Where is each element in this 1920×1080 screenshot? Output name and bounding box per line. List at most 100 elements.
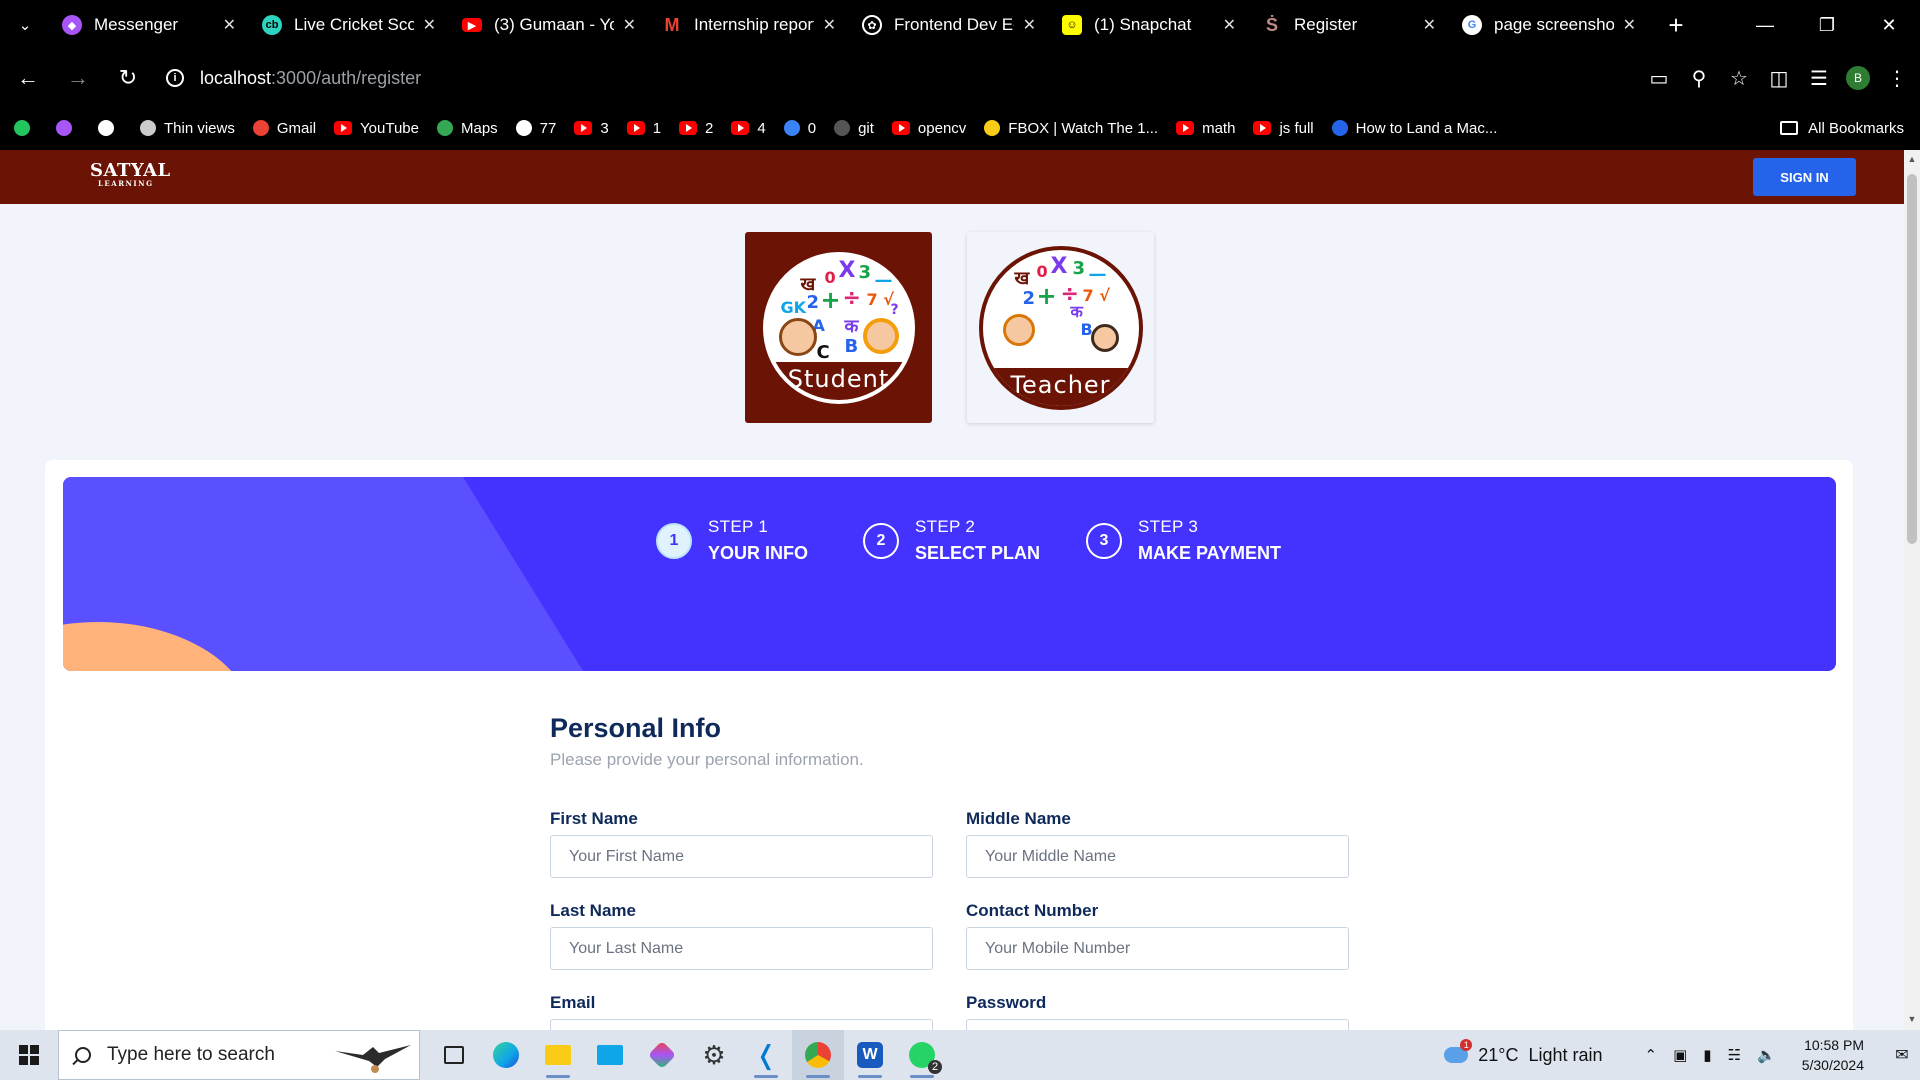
middle-name-label: Middle Name — [966, 809, 1071, 828]
tab-snapchat[interactable]: ☺ (1) Snapchat ✕ — [1050, 0, 1250, 50]
bookmark-item[interactable] — [98, 120, 122, 136]
chevron-up-icon[interactable]: ⌃ — [1645, 1046, 1658, 1064]
youtube-icon — [334, 121, 353, 135]
profile-avatar[interactable]: B — [1846, 66, 1870, 90]
mail-icon[interactable] — [584, 1030, 636, 1080]
tab-page-screenshot[interactable]: G page screenshot ✕ — [1450, 0, 1650, 50]
scroll-down-arrow-icon[interactable]: ▼ — [1907, 1014, 1917, 1026]
satyal-logo[interactable]: SATYAL LEARNING — [76, 160, 171, 188]
tab-close-icon[interactable]: ✕ — [623, 15, 636, 35]
tab-live-cricket[interactable]: cb Live Cricket Score ✕ — [250, 0, 450, 50]
bookmark-item[interactable]: Thin views — [140, 120, 235, 137]
tab-close-icon[interactable]: ✕ — [1623, 15, 1636, 35]
scroll-up-arrow-icon[interactable]: ▲ — [1907, 154, 1917, 166]
vscode-icon[interactable]: ❬ — [740, 1030, 792, 1080]
sign-in-button[interactable]: SIGN IN — [1753, 158, 1856, 196]
settings-gear-icon[interactable]: ⚙ — [688, 1030, 740, 1080]
all-bookmarks-button[interactable]: All Bookmarks — [1780, 120, 1904, 137]
role-card-student[interactable]: ख 0 X 3 — GK 2 + ÷ 7 √ ? A क B C Student — [745, 232, 932, 423]
tab-youtube-gumaan[interactable]: ▶ (3) Gumaan - YouTube ✕ — [450, 0, 650, 50]
bookmark-item[interactable]: math — [1176, 120, 1235, 137]
word-icon[interactable]: W — [844, 1030, 896, 1080]
tab-close-icon[interactable]: ✕ — [1223, 15, 1236, 35]
password-input[interactable] — [966, 1019, 1349, 1030]
tab-close-icon[interactable]: ✕ — [1023, 15, 1036, 35]
tab-title: Live Cricket Score — [294, 15, 414, 34]
bookmark-item[interactable]: 77 — [515, 119, 557, 137]
bookmark-item[interactable]: js full — [1253, 120, 1314, 137]
bookmark-item[interactable]: YouTube — [334, 120, 419, 137]
zoom-icon[interactable]: ⚲ — [1686, 56, 1712, 100]
contact-number-input[interactable] — [966, 927, 1349, 970]
tab-frontend-dev[interactable]: ✿ Frontend Dev E-l ✕ — [850, 0, 1050, 50]
bookmark-item[interactable]: opencv — [891, 120, 966, 137]
file-explorer-icon[interactable] — [532, 1030, 584, 1080]
site-info-icon[interactable]: i — [166, 69, 184, 87]
step-2-select-plan[interactable]: 2 STEP 2 SELECT PLAN — [863, 517, 1040, 564]
extensions-puzzle-icon[interactable]: ◫ — [1766, 56, 1792, 100]
role-card-teacher[interactable]: ख 0 X 3 — 2 + ÷ 7 √ A क B Teacher — [967, 232, 1154, 423]
bookmark-item[interactable]: 1 — [626, 120, 661, 137]
battery-icon[interactable]: ▮ — [1703, 1046, 1711, 1064]
forward-arrow-icon[interactable]: → — [56, 56, 100, 100]
clock[interactable]: 10:58 PM 5/30/2024 — [1802, 1035, 1864, 1075]
math-symbol: ÷ — [842, 285, 861, 311]
chrome-icon[interactable] — [792, 1030, 844, 1080]
bookmark-item[interactable]: Gmail — [252, 120, 316, 137]
tab-register[interactable]: Ṡ Register ✕ — [1250, 0, 1450, 50]
math-symbol: 0 — [1036, 261, 1048, 281]
tab-close-icon[interactable]: ✕ — [1423, 15, 1436, 35]
last-name-input[interactable] — [550, 927, 933, 970]
task-view-icon[interactable] — [428, 1030, 480, 1080]
edge-icon[interactable] — [480, 1030, 532, 1080]
bookmark-item[interactable] — [56, 120, 80, 136]
bookmark-label: 77 — [539, 119, 557, 137]
tab-internship-report[interactable]: M Internship report ✕ — [650, 0, 850, 50]
bookmark-item[interactable]: git — [834, 120, 874, 137]
math-symbol: X — [838, 257, 856, 283]
start-button[interactable] — [0, 1030, 58, 1080]
page-scrollbar[interactable]: ▲ ▼ — [1904, 150, 1920, 1030]
scrollbar-thumb[interactable] — [1907, 174, 1917, 544]
install-app-icon[interactable]: ▭ — [1646, 56, 1672, 100]
tab-messenger[interactable]: ◆ Messenger ✕ — [50, 0, 250, 50]
weather-temp: 21°C — [1478, 1044, 1519, 1065]
bookmark-item[interactable]: 2 — [679, 120, 713, 137]
step-1-your-info[interactable]: 1 STEP 1 YOUR INFO — [656, 517, 808, 564]
wifi-icon[interactable]: ☵ — [1728, 1046, 1741, 1064]
bookmark-item[interactable]: 0 — [783, 120, 816, 137]
restore-icon[interactable]: ❐ — [1796, 0, 1858, 50]
bookmark-item[interactable]: Maps — [436, 120, 498, 137]
first-name-input[interactable] — [550, 835, 933, 878]
window-controls: — ❐ ✕ — [1734, 0, 1920, 50]
git-kraken-icon[interactable] — [636, 1030, 688, 1080]
back-arrow-icon[interactable]: ← — [6, 56, 50, 100]
tab-close-icon[interactable]: ✕ — [423, 15, 436, 35]
step-3-make-payment[interactable]: 3 STEP 3 MAKE PAYMENT — [1086, 517, 1281, 564]
media-control-icon[interactable]: ☰ — [1806, 56, 1832, 100]
tab-search-chevron-icon[interactable]: ⌄ — [0, 0, 50, 50]
taskbar-search-box[interactable]: Type here to search — [58, 1030, 420, 1080]
weather-widget[interactable]: 21°C Light rain — [1444, 1039, 1603, 1066]
tab-close-icon[interactable]: ✕ — [223, 15, 236, 35]
new-tab-plus-icon[interactable]: + — [1656, 10, 1696, 41]
close-window-icon[interactable]: ✕ — [1858, 0, 1920, 50]
notification-center-icon[interactable]: ✉ — [1884, 1030, 1920, 1080]
url-field[interactable]: i localhost:3000/auth/register — [166, 68, 421, 89]
more-menu-icon[interactable]: ⋮ — [1884, 56, 1910, 100]
bookmark-item[interactable]: 3 — [574, 120, 609, 137]
bookmark-star-icon[interactable]: ☆ — [1726, 56, 1752, 100]
email-input[interactable] — [550, 1019, 933, 1030]
bookmark-item[interactable]: How to Land a Mac... — [1331, 120, 1497, 137]
minimize-icon[interactable]: — — [1734, 0, 1796, 50]
bookmark-item[interactable]: FBOX | Watch The 1... — [984, 120, 1158, 137]
middle-name-input[interactable] — [966, 835, 1349, 878]
bookmark-item[interactable]: 4 — [731, 120, 766, 137]
bookmark-item[interactable] — [14, 120, 38, 136]
whatsapp-icon[interactable]: 2 — [896, 1030, 948, 1080]
tab-close-icon[interactable]: ✕ — [823, 15, 836, 35]
personal-info-form: Personal Info Please provide your person… — [550, 713, 1350, 1030]
reload-icon[interactable]: ↻ — [106, 56, 150, 100]
meet-now-icon[interactable]: ▣ — [1673, 1046, 1687, 1064]
volume-icon[interactable]: 🔈 — [1757, 1046, 1776, 1064]
